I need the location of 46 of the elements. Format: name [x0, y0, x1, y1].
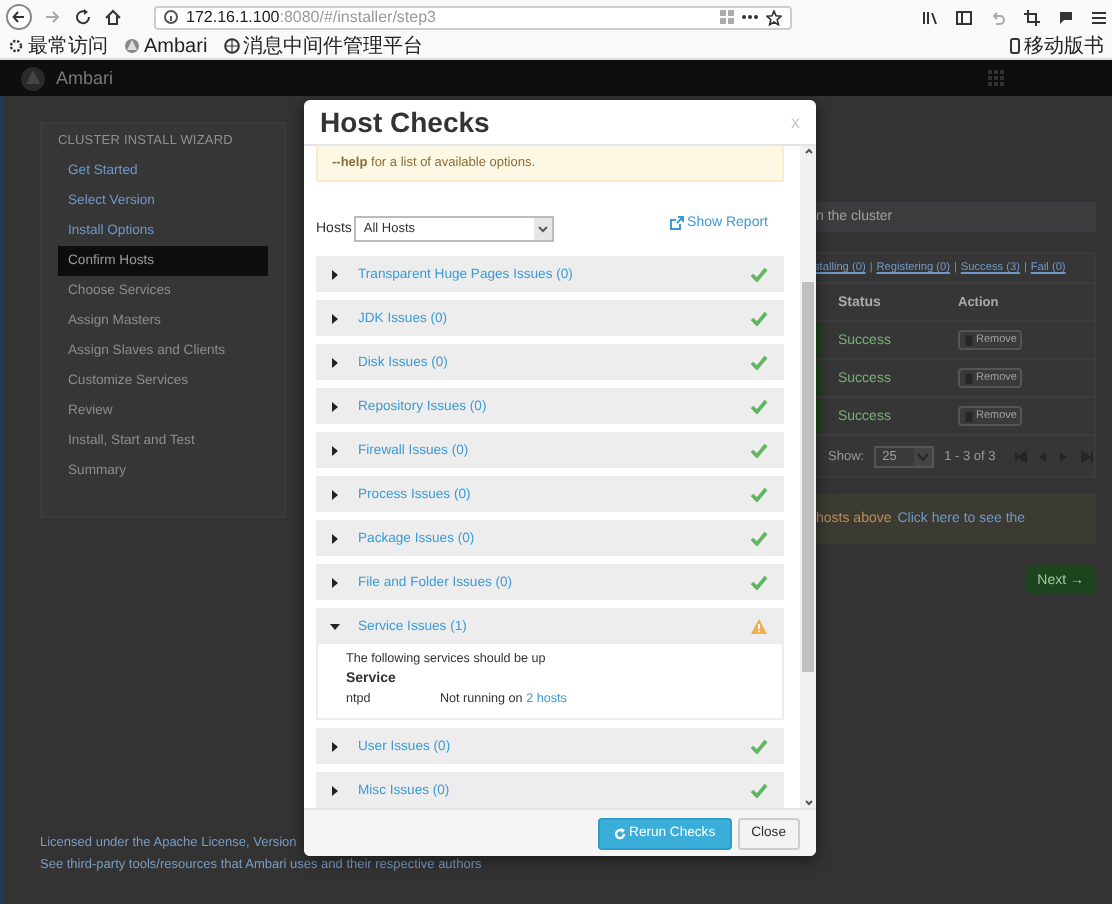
globe-icon	[223, 38, 240, 54]
menu-icon[interactable]	[1092, 9, 1106, 25]
caret-icon	[914, 447, 933, 465]
url-text: 172.16.1.100:8080/#/installer/step3	[186, 8, 438, 26]
library-icon[interactable]	[922, 9, 938, 25]
caret-icon	[533, 218, 552, 240]
caret-right-icon	[330, 533, 340, 543]
info-icon	[164, 10, 178, 24]
caret-right-icon	[330, 313, 340, 323]
caret-right-icon	[330, 269, 340, 279]
scroll-up-icon[interactable]	[803, 146, 813, 156]
bookmark[interactable]: 最常访问	[8, 32, 108, 60]
crop-icon[interactable]	[1024, 9, 1040, 25]
caret-right-icon	[330, 577, 340, 587]
scroll-thumb[interactable]	[802, 282, 814, 672]
bookmark[interactable]: 移动版书	[1010, 32, 1104, 60]
star-icon[interactable]	[766, 9, 782, 25]
address-bar[interactable]: 172.16.1.100:8080/#/installer/step3	[154, 5, 792, 29]
gear-icon	[8, 38, 24, 54]
caret-right-icon	[330, 401, 340, 411]
trash-icon	[964, 410, 974, 422]
more-icon[interactable]	[742, 10, 758, 24]
reload-icon[interactable]	[74, 8, 92, 26]
caret-right-icon	[330, 785, 340, 795]
caret-right-icon	[330, 445, 340, 455]
scroll-down-icon[interactable]	[803, 798, 813, 808]
refresh-icon	[613, 827, 626, 839]
app-title: Ambari	[56, 68, 114, 88]
scrollbar[interactable]	[800, 146, 816, 808]
phone-icon	[1010, 38, 1020, 54]
caret-right-icon	[330, 489, 340, 499]
bookmark[interactable]: Ambari	[124, 35, 208, 57]
trash-icon	[964, 372, 974, 384]
trash-icon	[964, 334, 974, 346]
caret-down-icon	[330, 621, 340, 631]
caret-right-icon	[330, 357, 340, 367]
home-icon[interactable]	[104, 8, 122, 26]
bookmark[interactable]: 消息中间件管理平台	[223, 32, 424, 60]
modal-title: Host Checks	[320, 106, 490, 138]
logo-icon	[124, 38, 140, 54]
sidebar-icon[interactable]	[956, 9, 972, 25]
caret-right-icon	[330, 741, 340, 751]
external-link-icon	[669, 216, 684, 230]
logo-icon	[20, 65, 46, 91]
chat-icon[interactable]	[1058, 9, 1074, 25]
back-icon[interactable]	[6, 4, 32, 30]
